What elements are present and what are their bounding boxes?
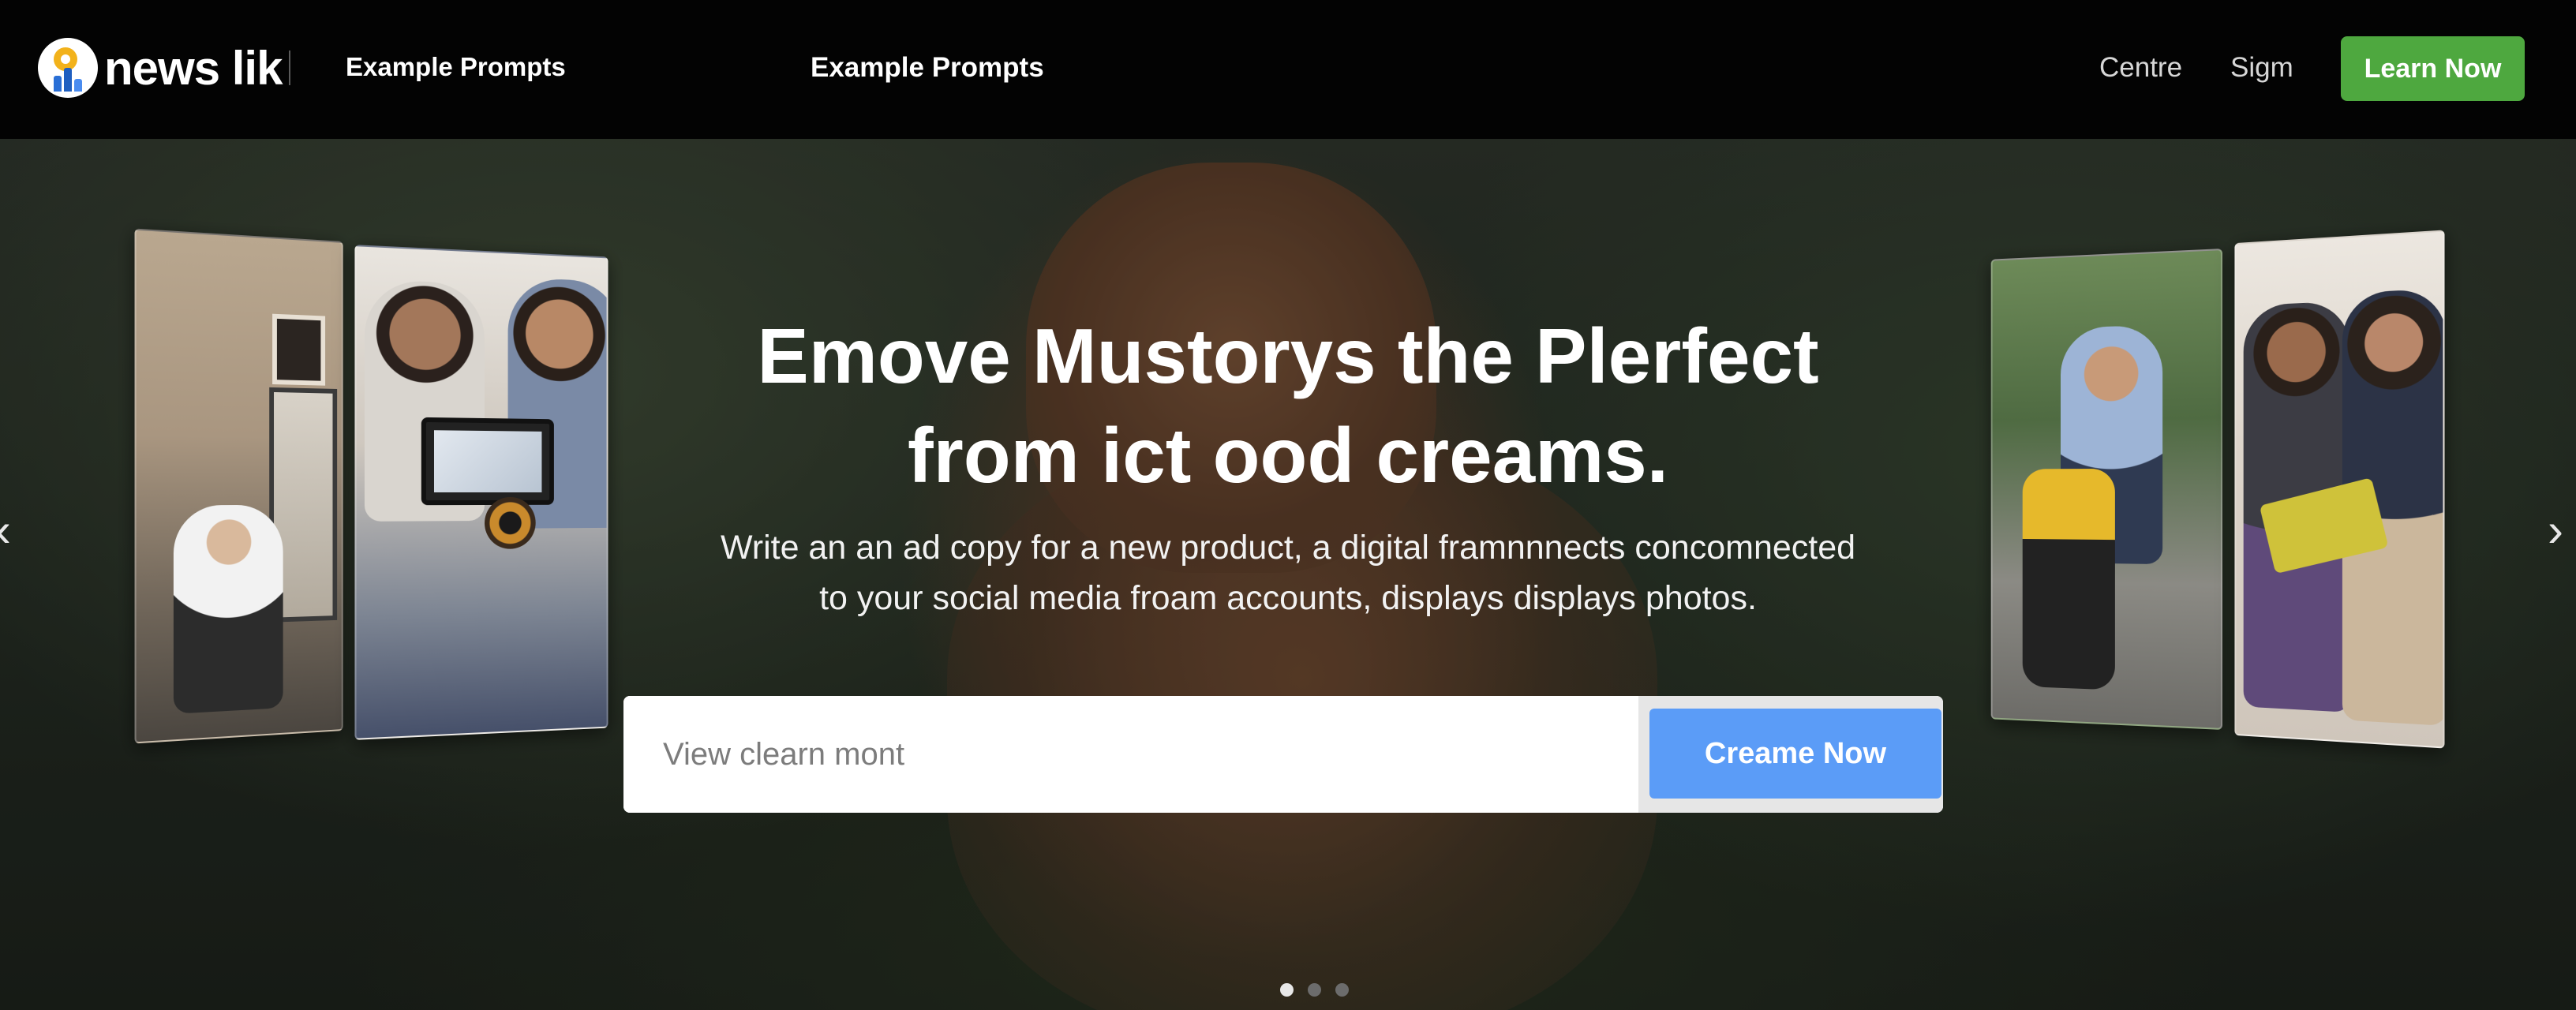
create-now-button[interactable]: Creame Now xyxy=(1649,709,1941,799)
hero-section: ‹ › Emove Mustorys the Plerfect from ict… xyxy=(0,139,2576,1010)
prompt-input[interactable] xyxy=(623,696,1638,813)
nav-centre[interactable]: Centre xyxy=(2099,52,2182,84)
nav-sign-in[interactable]: Sigm xyxy=(2230,52,2293,84)
carousel-dots xyxy=(1280,983,1349,999)
hero-subtext-line-1: Write an an ad copy for a new product, a… xyxy=(720,529,1856,567)
hero-headline-line-1: Emove Mustorys the Plerfect xyxy=(757,312,1819,399)
brand-divider xyxy=(289,50,290,85)
hero-headline: Emove Mustorys the Plerfect from ict ood… xyxy=(0,306,2576,505)
brand-name: news lik xyxy=(104,41,283,95)
brand-logo-link[interactable]: news lik xyxy=(38,38,283,98)
hero-subtext: Write an an ad copy for a new product, a… xyxy=(0,522,2576,623)
carousel-dot[interactable] xyxy=(1335,983,1349,997)
hero-subtext-line-2: to your social media froam accounts, dis… xyxy=(819,579,1757,617)
prompt-search-bar: Creame Now xyxy=(623,696,1943,813)
carousel-dot[interactable] xyxy=(1308,983,1321,997)
top-nav-bar: news lik Example Prompts Example Prompts… xyxy=(0,0,2576,139)
sun-chart-logo-icon xyxy=(38,38,98,98)
nav-example-prompts-left[interactable]: Example Prompts xyxy=(346,52,566,82)
nav-example-prompts[interactable]: Example Prompts xyxy=(811,52,1044,84)
learn-now-button[interactable]: Learn Now xyxy=(2341,36,2525,101)
carousel-dot[interactable] xyxy=(1280,983,1294,997)
hero-headline-line-2: from ict ood creams. xyxy=(908,412,1668,499)
